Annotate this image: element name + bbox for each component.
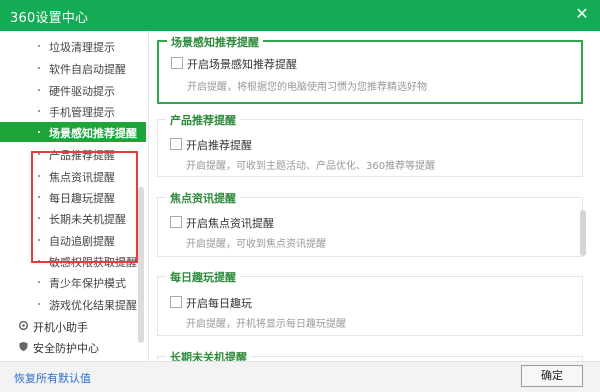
section-scene-recommend: 场景感知推荐提醒 开启场景感知推荐提醒 开启提醒，将根据您的电脑使用习惯为您推荐… [157,34,583,104]
sidebar-item-phone-manage[interactable]: 手机管理提示 [0,101,146,121]
sidebar-category-label: 开机小助手 [33,321,88,334]
section-title: 每日趣玩提醒 [166,269,240,285]
gear-icon [18,320,29,331]
sidebar-item-label: 游戏优化结果提醒 [49,299,137,312]
checkbox-scene-recommend[interactable] [171,57,183,69]
section-description: 开启提醒，可收到主题活动、产品优化、360推荐等提醒 [186,161,436,172]
window-title: 360设置中心 [10,11,89,26]
bullet-icon [38,45,40,47]
section-description: 开启提醒，开机将显示每日趣玩提醒 [186,319,346,330]
section-title: 场景感知推荐提醒 [167,34,263,50]
bullet-icon [38,281,40,283]
section-title: 长期未关机提醒 [166,349,251,361]
bullet-icon [38,89,40,91]
sidebar-scrollbar[interactable] [138,187,144,343]
section-focus-news: 焦点资讯提醒 开启焦点资讯提醒 开启提醒，可收到焦点资讯提醒 [157,190,583,257]
sidebar-category-label: 安全防护中心 [33,342,99,355]
sidebar-item-hardware-driver[interactable]: 硬件驱动提示 [0,80,146,100]
sidebar-item-software-autostart[interactable]: 软件自启动提醒 [0,58,146,78]
bullet-icon [38,131,40,133]
section-title: 焦点资讯提醒 [166,190,240,206]
sidebar-item-youth-mode[interactable]: 青少年保护模式 [0,272,146,292]
settings-content: 场景感知推荐提醒 开启场景感知推荐提醒 开启提醒，将根据您的电脑使用习惯为您推荐… [149,31,600,361]
title-bar: 360设置中心 ✕ [0,0,600,31]
sidebar-item-label: 青少年保护模式 [49,277,126,290]
sidebar-item-game-optimize[interactable]: 游戏优化结果提醒 [0,294,146,314]
bullet-icon [38,110,40,112]
sidebar-item-label: 软件自启动提醒 [49,63,126,76]
section-description: 开启提醒，将根据您的电脑使用习惯为您推荐精选好物 [187,82,427,93]
section-title: 产品推荐提醒 [166,112,240,128]
checkbox-daily-fun[interactable] [170,296,182,308]
restore-defaults-link[interactable]: 恢复所有默认值 [14,370,91,386]
sidebar-item-junk-clean[interactable]: 垃圾清理提示 [0,36,146,56]
sidebar-category-boot-assistant[interactable]: 开机小助手 [0,315,146,337]
sidebar-category-security-center[interactable]: 安全防护中心 [0,336,146,358]
sidebar: 垃圾清理提示 软件自启动提醒 硬件驱动提示 手机管理提示 场景感知推荐提醒 产品… [0,31,149,361]
checkbox-label: 开启推荐提醒 [186,139,252,152]
section-product-recommend: 产品推荐提醒 开启推荐提醒 开启提醒，可收到主题活动、产品优化、360推荐等提醒 [157,112,583,177]
sidebar-item-scene-recommend[interactable]: 场景感知推荐提醒 [0,122,146,142]
annotation-highlight-box [31,151,138,263]
section-daily-fun: 每日趣玩提醒 开启每日趣玩 开启提醒，开机将显示每日趣玩提醒 [157,269,583,336]
bullet-icon [38,303,40,305]
close-icon[interactable]: ✕ [574,4,590,24]
sidebar-item-label: 手机管理提示 [49,106,115,119]
checkbox-label: 开启焦点资讯提醒 [186,217,274,230]
shield-icon [19,341,28,352]
sidebar-item-label: 场景感知推荐提醒 [49,127,137,140]
checkbox-product-recommend[interactable] [170,138,182,150]
sidebar-item-label: 垃圾清理提示 [49,41,115,54]
checkbox-label: 开启每日趣玩 [186,297,252,310]
bullet-icon [38,67,40,69]
ok-button[interactable]: 确定 [521,365,583,387]
footer-bar: 恢复所有默认值 确定 [0,361,600,392]
checkbox-label: 开启场景感知推荐提醒 [187,58,297,71]
checkbox-focus-news[interactable] [170,216,182,228]
sidebar-item-label: 硬件驱动提示 [49,85,115,98]
content-scrollbar[interactable] [580,210,586,256]
settings-window: 360设置中心 ✕ 垃圾清理提示 软件自启动提醒 硬件驱动提示 手机管理提示 场… [0,0,600,392]
section-description: 开启提醒，可收到焦点资讯提醒 [186,239,326,250]
